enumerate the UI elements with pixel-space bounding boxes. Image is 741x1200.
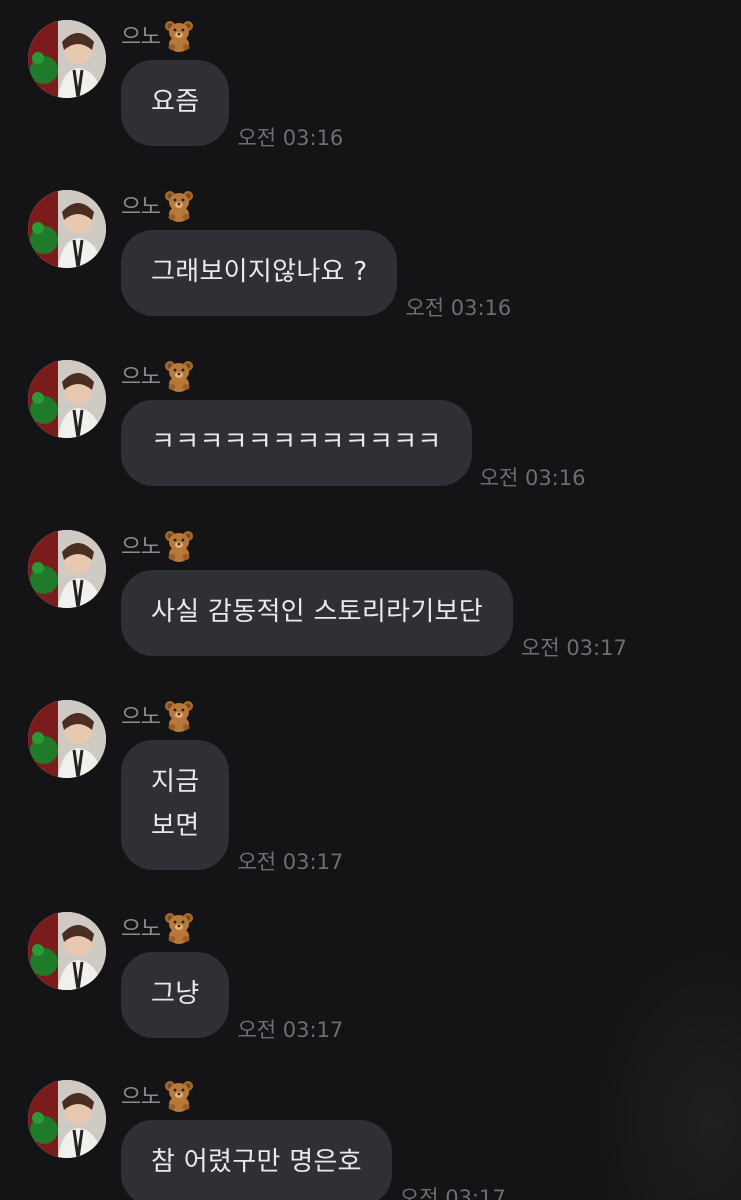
teddy-bear-icon	[165, 21, 194, 52]
avatar[interactable]	[28, 530, 106, 608]
sender-label: 으노	[121, 698, 196, 732]
message-time: 오전 03:17	[399, 1186, 506, 1200]
avatar[interactable]	[28, 700, 106, 778]
teddy-bear-icon	[165, 531, 194, 562]
avatar[interactable]	[28, 360, 106, 438]
avatar[interactable]	[28, 20, 106, 98]
sender-label: 으노	[121, 528, 196, 562]
teddy-bear-icon	[165, 1081, 194, 1112]
message-bubble[interactable]: ㅋㅋㅋㅋㅋㅋㅋㅋㅋㅋㅋㅋ	[121, 400, 472, 486]
message-row: ㅋㅋㅋㅋㅋㅋㅋㅋㅋㅋㅋㅋ 오전 03:16	[121, 400, 585, 490]
avatar[interactable]	[28, 190, 106, 268]
message-time: 오전 03:16	[479, 466, 586, 490]
teddy-bear-icon	[165, 701, 194, 732]
sender-name: 으노	[121, 535, 161, 560]
sender-name: 으노	[121, 1085, 161, 1110]
message-bubble[interactable]: 요즘	[121, 60, 230, 146]
teddy-bear-icon	[165, 361, 194, 392]
teddy-bear-icon	[165, 913, 194, 944]
sender-name: 으노	[121, 25, 161, 50]
sender-name: 으노	[121, 195, 161, 220]
message-row: 사실 감동적인 스토리라기보단 오전 03:17	[121, 570, 627, 660]
message-bubble[interactable]: 사실 감동적인 스토리라기보단	[121, 570, 513, 656]
message-bubble[interactable]: 그래보이지않나요 ?	[121, 230, 398, 316]
sender-name: 으노	[121, 365, 161, 390]
chat-screen: 으노 요즘 오전 03:16 으노 그래보이지않나요 ? 오전 03:16 으노…	[0, 0, 741, 1200]
sender-label: 으노	[121, 910, 196, 944]
message-time: 오전 03:17	[237, 1018, 344, 1042]
sender-label: 으노	[121, 18, 196, 52]
avatar[interactable]	[28, 912, 106, 990]
avatar[interactable]	[28, 1080, 106, 1158]
message-row: 지금 보면 오전 03:17	[121, 740, 343, 874]
screen-glare	[591, 940, 741, 1200]
message-bubble[interactable]: 참 어렸구만 명은호	[121, 1120, 392, 1200]
message-row: 그냥 오전 03:17	[121, 952, 343, 1042]
teddy-bear-icon	[165, 191, 194, 222]
message-time: 오전 03:16	[237, 126, 344, 150]
message-row: 그래보이지않나요 ? 오전 03:16	[121, 230, 511, 320]
message-bubble[interactable]: 지금 보면	[121, 740, 230, 870]
sender-name: 으노	[121, 917, 161, 942]
message-time: 오전 03:17	[521, 636, 627, 660]
message-bubble[interactable]: 그냥	[121, 952, 230, 1038]
sender-name: 으노	[121, 705, 161, 730]
sender-label: 으노	[121, 188, 196, 222]
message-time: 오전 03:17	[237, 850, 344, 874]
message-time: 오전 03:16	[405, 296, 512, 320]
sender-label: 으노	[121, 1078, 196, 1112]
message-row: 참 어렸구만 명은호 오전 03:17	[121, 1120, 506, 1200]
message-row: 요즘 오전 03:16	[121, 60, 343, 150]
sender-label: 으노	[121, 358, 196, 392]
